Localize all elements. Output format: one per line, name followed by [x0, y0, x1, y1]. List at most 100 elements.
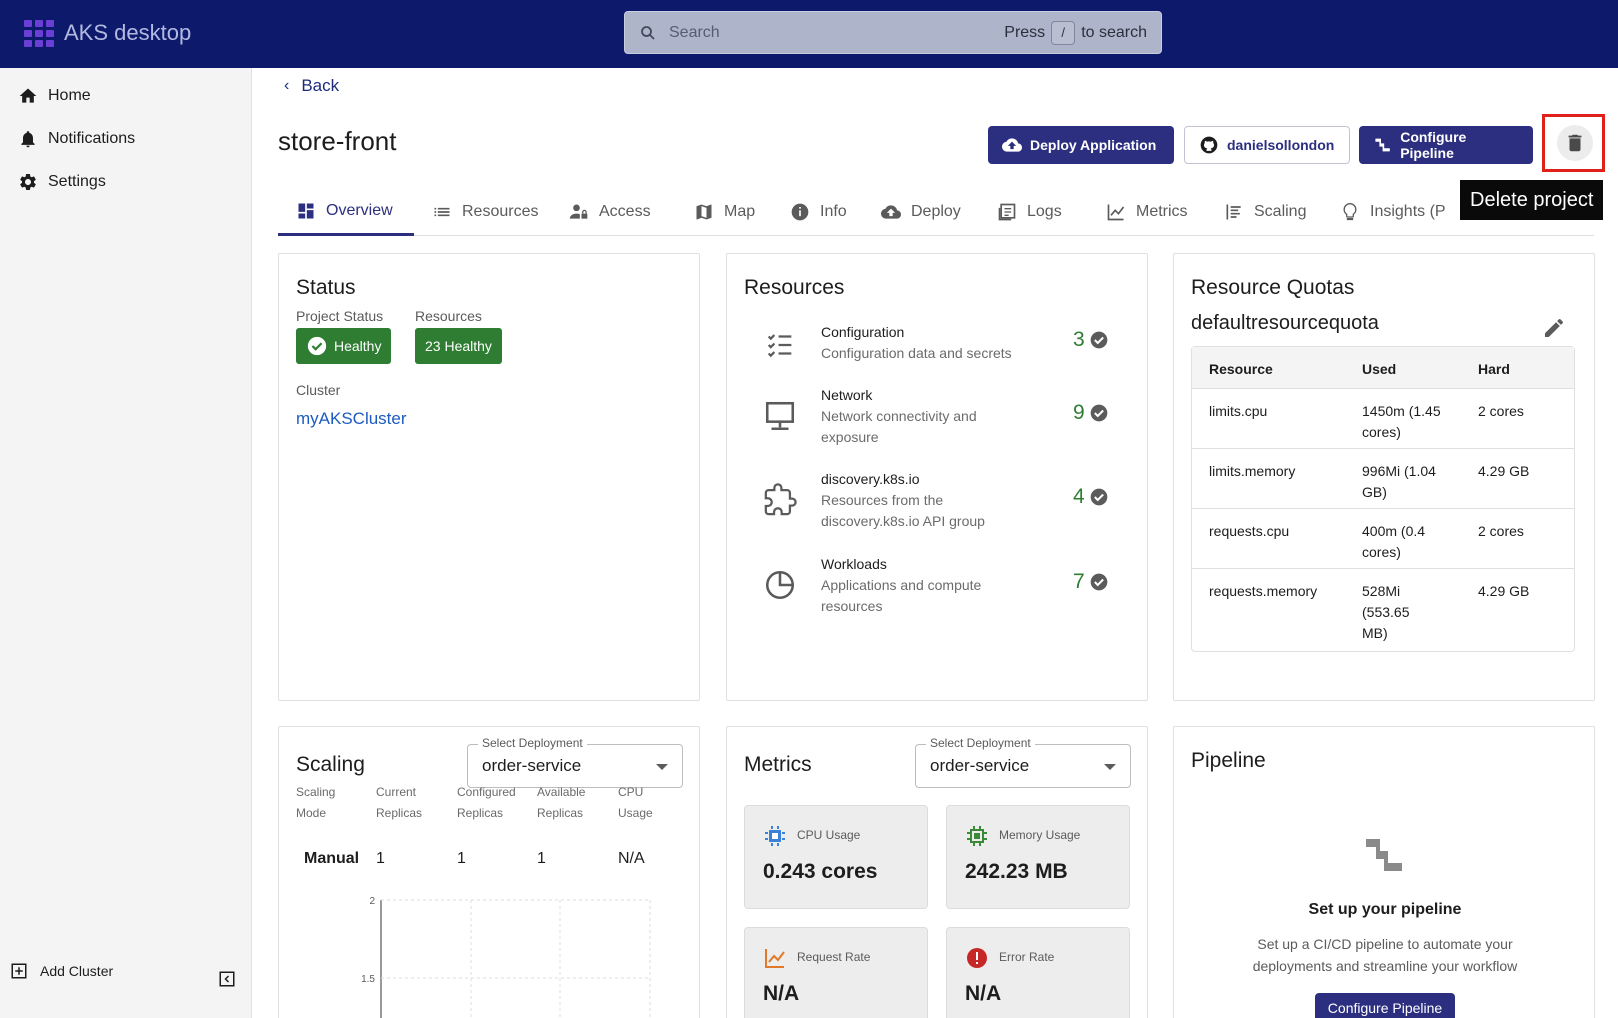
cluster-link[interactable]: myAKSCluster	[296, 409, 407, 429]
resources-status-label: Resources	[415, 308, 482, 324]
back-link[interactable]: ‹ Back	[284, 76, 339, 96]
tab-scaling[interactable]: Scaling	[1206, 188, 1324, 236]
sidebar-item-settings[interactable]: Settings	[18, 172, 106, 192]
search-input[interactable]: Search Press / to search	[624, 11, 1162, 54]
scaling-col-available: Available Replicas	[537, 785, 586, 820]
tab-info[interactable]: Info	[772, 188, 865, 236]
pipeline-icon	[1366, 839, 1402, 871]
cpu-usage-box: CPU Usage 0.243 cores	[744, 805, 928, 909]
deploy-application-button[interactable]: Deploy Application	[988, 126, 1174, 164]
app-title: AKS desktop	[64, 20, 192, 45]
tab-label: Resources	[462, 203, 539, 220]
github-icon	[1200, 136, 1218, 154]
scaling-chart: 2 1.5	[361, 896, 651, 1018]
tab-label: Map	[724, 203, 756, 220]
metric-label: Error Rate	[999, 950, 1055, 964]
tab-label: Metrics	[1136, 203, 1188, 220]
quota-used: 528Mi (553.65 MB)	[1362, 583, 1410, 641]
map-icon	[696, 204, 712, 220]
metrics-card-title: Metrics	[744, 753, 812, 776]
app-logo[interactable]: AKS desktop	[20, 14, 191, 52]
edit-icon[interactable]	[1542, 316, 1566, 340]
deploy-application-label: Deploy Application	[1030, 137, 1157, 153]
check-circle-icon	[307, 336, 327, 356]
scaling-col-cpu: CPU Usage	[618, 785, 653, 820]
cpu-icon	[765, 826, 785, 846]
github-repo-button[interactable]: danielsollondon	[1184, 126, 1350, 164]
chevron-down-icon	[656, 764, 668, 770]
sidebar-item-notifications[interactable]: Notifications	[18, 129, 135, 149]
resource-name: Workloads	[821, 556, 887, 572]
resource-quotas-title: Resource Quotas	[1191, 276, 1355, 299]
status-card: Status Project Status Resources Healthy …	[278, 253, 700, 701]
resource-desc: Resources from the discovery.k8s.io API …	[821, 492, 985, 529]
pie-chart-icon	[765, 570, 795, 600]
trash-icon	[1568, 134, 1582, 152]
logs-icon	[998, 203, 1016, 221]
scaling-icon	[1226, 204, 1241, 220]
metrics-deployment-select[interactable]: Select Deployment order-service	[915, 736, 1131, 788]
project-status-label: Project Status	[296, 308, 384, 324]
metrics-card: Metrics Select Deployment order-service …	[726, 726, 1148, 1018]
scaling-col-configured: Configured Replicas	[457, 785, 516, 820]
check-circle-icon	[1090, 573, 1108, 591]
delete-project-button[interactable]	[1557, 125, 1593, 161]
resources-card-title: Resources	[744, 276, 845, 299]
configure-pipeline-button[interactable]: Configure Pipeline	[1359, 126, 1533, 164]
chevron-left-icon: ‹	[284, 77, 290, 94]
sidebar-item-home[interactable]: Home	[18, 86, 91, 106]
configure-pipeline-label: Configure Pipeline	[1400, 129, 1467, 161]
resource-name: discovery.k8s.io	[821, 471, 920, 487]
tab-resources[interactable]: Resources	[414, 188, 556, 236]
cpu-usage-value: N/A	[618, 850, 645, 867]
select-label: Select Deployment	[926, 736, 1035, 750]
quota-header-resource: Resource	[1209, 361, 1273, 377]
resources-card: Resources Configuration Configuration da…	[726, 253, 1148, 701]
quota-header-hard: Hard	[1478, 361, 1510, 377]
delete-project-highlight	[1542, 114, 1605, 172]
quota-header-used: Used	[1362, 361, 1397, 377]
info-icon	[791, 203, 809, 221]
select-label: Select Deployment	[478, 736, 587, 750]
puzzle-icon	[764, 483, 797, 516]
tab-metrics[interactable]: Metrics	[1088, 188, 1206, 236]
lightbulb-icon	[1343, 202, 1357, 221]
dashboard-icon	[298, 203, 314, 218]
tab-logs[interactable]: Logs	[979, 188, 1080, 236]
resource-count: 3	[1073, 328, 1109, 352]
tab-label: Access	[599, 203, 651, 220]
checklist-icon	[767, 334, 792, 358]
tab-deploy[interactable]: Deploy	[863, 188, 979, 236]
sidebar-item-label: Home	[48, 87, 91, 104]
project-status-badge: Healthy	[296, 328, 392, 364]
check-circle-icon	[1090, 404, 1108, 422]
tab-insights[interactable]: Insights (P	[1322, 188, 1464, 236]
metric-label: CPU Usage	[797, 828, 861, 842]
tab-map[interactable]: Map	[676, 188, 773, 236]
quota-hard: 2 cores	[1478, 523, 1524, 539]
search-hint-suffix: to search	[1081, 23, 1147, 41]
metric-value: N/A	[763, 982, 800, 1005]
tab-bar: Overview Resources Access Map Info Deplo…	[278, 188, 1594, 236]
add-cluster-button[interactable]: Add Cluster	[10, 962, 113, 980]
search-shortcut-key: /	[1051, 20, 1076, 45]
resource-desc: Applications and compute resources	[821, 577, 982, 614]
resource-count: 4	[1073, 485, 1109, 509]
back-label: Back	[301, 76, 340, 95]
pipeline-configure-button[interactable]: Configure Pipeline	[1315, 993, 1455, 1018]
table-row: requests.memory 528Mi (553.65 MB) 4.29 G…	[1192, 569, 1574, 651]
sidebar-item-label: Settings	[48, 173, 106, 190]
resource-count-value: 3	[1073, 328, 1085, 351]
scaling-mode-value: Manual	[304, 850, 360, 867]
metric-label: Request Rate	[797, 950, 871, 964]
cloud-upload-icon	[1002, 138, 1022, 152]
resource-desc: Configuration data and secrets	[821, 345, 1012, 361]
pipeline-heading: Set up your pipeline	[1308, 901, 1462, 918]
tab-overview[interactable]: Overview	[278, 188, 414, 236]
collapse-sidebar-icon[interactable]	[218, 970, 236, 988]
chart-line-icon	[765, 949, 785, 968]
search-hint: Press / to search	[1004, 20, 1147, 45]
chart-tick-label: 2	[369, 896, 375, 907]
tab-access[interactable]: Access	[551, 188, 669, 236]
home-icon	[19, 88, 37, 103]
